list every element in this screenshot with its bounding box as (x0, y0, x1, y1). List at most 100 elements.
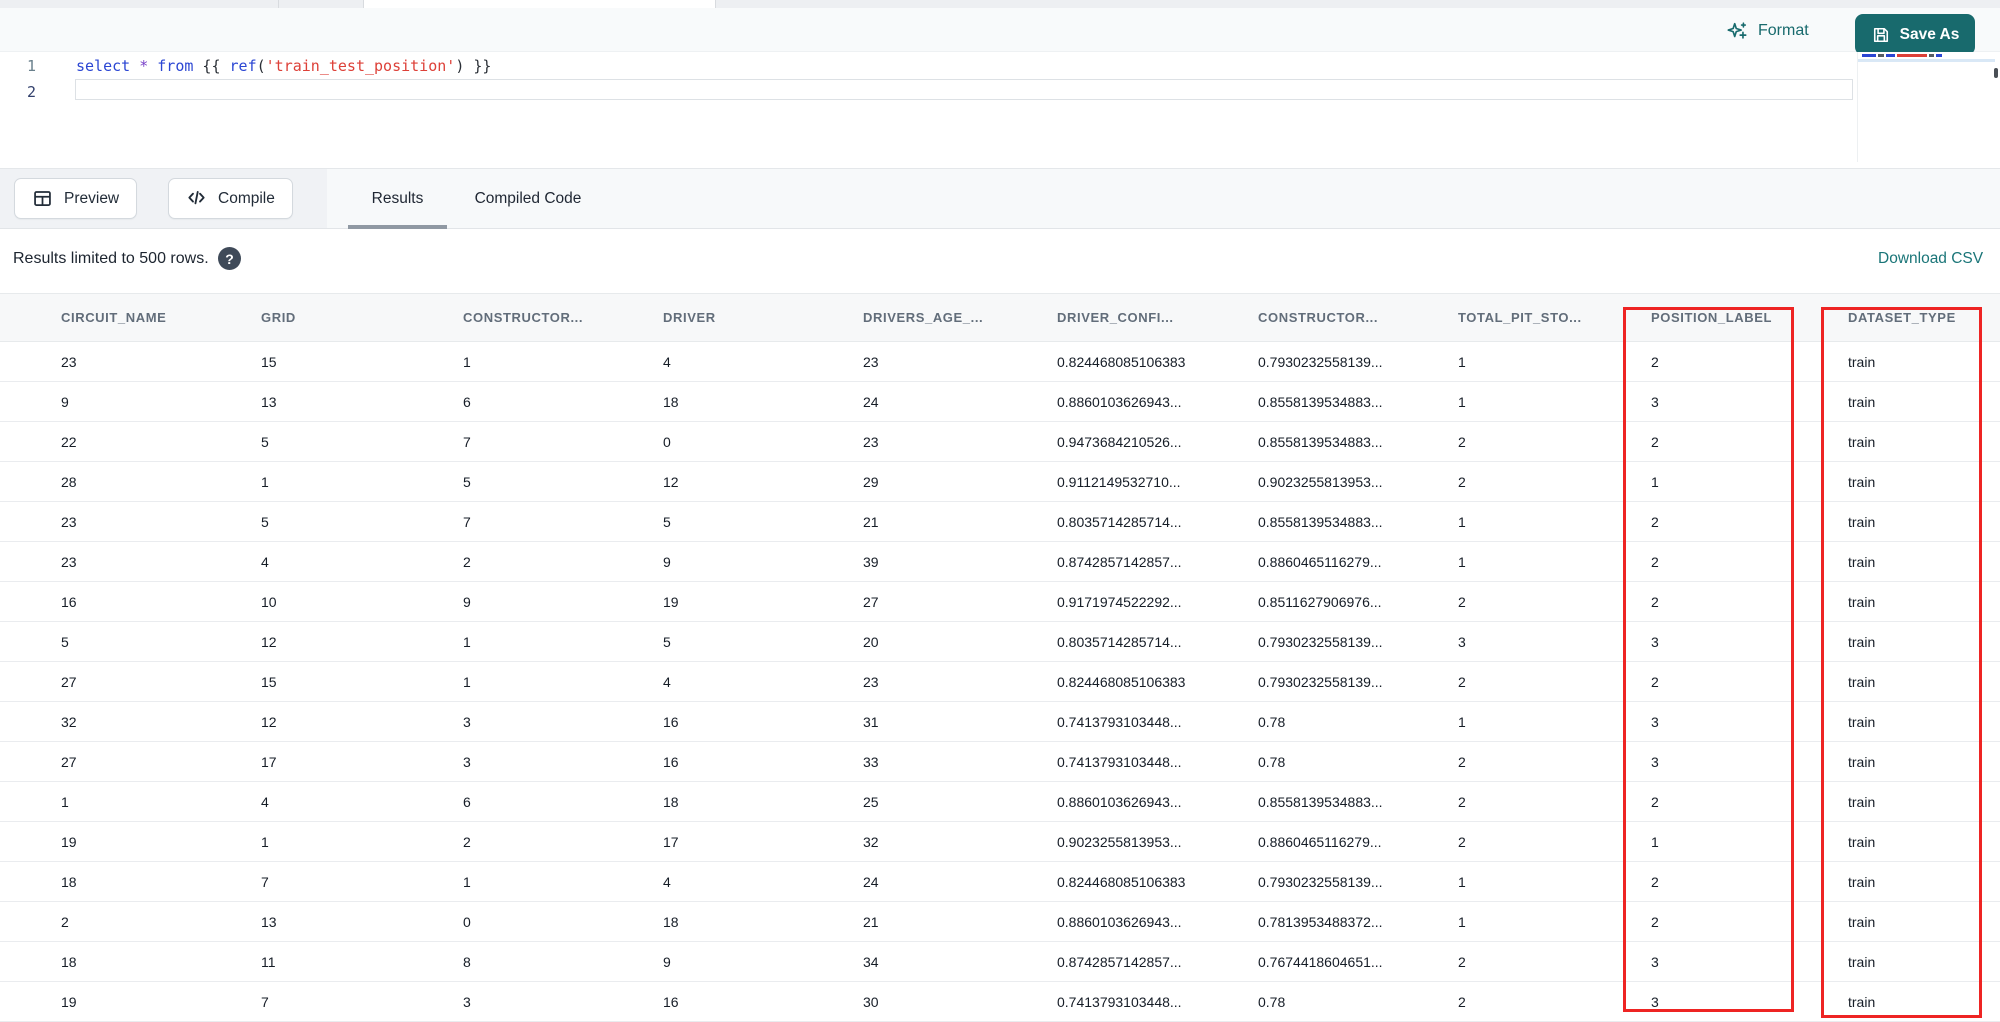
table-cell: 29 (863, 473, 879, 490)
table-cell: 5 (261, 513, 269, 530)
table-cell: 2 (463, 553, 471, 570)
table-cell: 13 (261, 393, 277, 410)
editor-cursor-line[interactable] (75, 79, 1853, 100)
table-cell: 9 (663, 553, 671, 570)
table-cell: 2 (463, 833, 471, 850)
table-cell: 9 (663, 953, 671, 970)
table-cell: 0 (663, 433, 671, 450)
table-cell: 23 (61, 553, 77, 570)
table-cell: 0.8860103626943... (1057, 393, 1182, 410)
table-cell: 23 (61, 353, 77, 370)
table-cell: 0.7930232558139... (1258, 873, 1383, 890)
table-cell: 0.7930232558139... (1258, 673, 1383, 690)
table-cell: 18 (663, 393, 679, 410)
table-cell: 4 (663, 673, 671, 690)
line-number-2: 2 (26, 83, 36, 101)
table-cell: 0.8035714285714... (1057, 513, 1182, 530)
table-cell: 27 (61, 673, 77, 690)
table-cell: 6 (463, 793, 471, 810)
table-cell: 19 (663, 593, 679, 610)
table-cell: 0.8511627906976... (1258, 593, 1382, 610)
save-icon (1871, 25, 1891, 45)
table-cell: 9 (463, 593, 471, 610)
compile-label: Compile (218, 189, 275, 207)
table-cell: 0.9023255813953... (1057, 833, 1182, 850)
table-cell: 23 (863, 673, 879, 690)
results-info-bar: Results limited to 500 rows. ? Download … (0, 229, 2000, 293)
table-cell: 33 (863, 753, 879, 770)
column-header: CONSTRUCTOR... (463, 310, 584, 325)
sparkles-icon (1726, 20, 1748, 42)
table-cell: 16 (663, 993, 679, 1010)
table-cell: 0.9112149532710... (1057, 473, 1181, 490)
table-cell: 27 (863, 593, 879, 610)
table-cell: 0.8035714285714... (1057, 633, 1182, 650)
minimap-selection-bar (1858, 59, 1995, 62)
tab-separator (278, 0, 279, 8)
save-as-button[interactable]: Save As (1855, 14, 1975, 55)
table-cell: 39 (863, 553, 879, 570)
table-cell: 0.8558139534883... (1258, 433, 1383, 450)
table-cell: 4 (261, 793, 269, 810)
table-cell: 0.7413793103448... (1057, 713, 1182, 730)
table-cell: 9 (61, 393, 69, 410)
table-cell: 13 (261, 913, 277, 930)
table-cell: 12 (261, 633, 277, 650)
table-cell: 19 (61, 833, 77, 850)
table-cell: 17 (261, 753, 277, 770)
column-header: CIRCUIT_NAME (61, 310, 167, 325)
table-cell: 16 (663, 753, 679, 770)
table-cell: 10 (261, 593, 277, 610)
preview-button[interactable]: Preview (14, 178, 138, 219)
table-cell: 12 (663, 473, 679, 490)
table-cell: 0.8860103626943... (1057, 913, 1182, 930)
help-icon[interactable]: ? (218, 247, 241, 270)
table-cell: 25 (863, 793, 879, 810)
table-cell: 0.8558139534883... (1258, 793, 1383, 810)
table-cell: 0.7413793103448... (1057, 753, 1182, 770)
code-icon (186, 188, 207, 209)
table-cell: 15 (261, 353, 277, 370)
file-tab-strip (0, 0, 2000, 8)
save-as-label: Save As (1899, 25, 1960, 43)
table-cell: 24 (863, 393, 879, 410)
table-cell: 5 (261, 433, 269, 450)
table-cell: 1 (463, 673, 471, 690)
row-limit-note: Results limited to 500 rows. (13, 250, 209, 267)
table-cell: 0.9171974522292... (1057, 593, 1182, 610)
table-cell: 0.78 (1258, 753, 1286, 770)
table-cell: 3 (463, 713, 471, 730)
code-token: from (157, 57, 194, 75)
table-cell: 4 (663, 353, 671, 370)
table-cell: 23 (863, 353, 879, 370)
table-cell: 0.78 (1258, 993, 1286, 1010)
tab-results-label: Results (371, 189, 424, 207)
format-button[interactable]: Format (1726, 17, 1809, 45)
active-file-tab[interactable] (364, 0, 715, 8)
table-cell: 30 (863, 993, 879, 1010)
table-cell: 18 (663, 793, 679, 810)
code-token: ( (256, 57, 266, 75)
sql-editor[interactable]: 1 2 select * from {{ ref('train_test_pos… (0, 52, 2000, 168)
table-cell: 4 (261, 553, 269, 570)
editor-minimap[interactable] (1857, 52, 1995, 162)
column-header: DRIVER (663, 310, 716, 325)
table-cell: 16 (663, 713, 679, 730)
tab-compiled-code[interactable]: Compiled Code (466, 169, 590, 228)
tab-results[interactable]: Results (348, 169, 447, 229)
table-cell: 17 (663, 833, 679, 850)
code-line-1[interactable]: select * from {{ ref('train_test_positio… (76, 55, 491, 77)
code-token: ref (229, 57, 257, 75)
table-cell: 0.8742857142857... (1057, 953, 1182, 970)
table-cell: 0.7674418604651... (1258, 953, 1383, 970)
table-cell: 11 (261, 953, 276, 970)
table-cell: 1 (463, 353, 471, 370)
compile-button[interactable]: Compile (168, 178, 293, 219)
download-csv-link[interactable]: Download CSV (1878, 250, 1983, 268)
code-token: select (76, 57, 131, 75)
code-token: * (139, 57, 149, 75)
editor-scrollbar[interactable] (1994, 68, 1998, 78)
table-cell: 3 (463, 753, 471, 770)
